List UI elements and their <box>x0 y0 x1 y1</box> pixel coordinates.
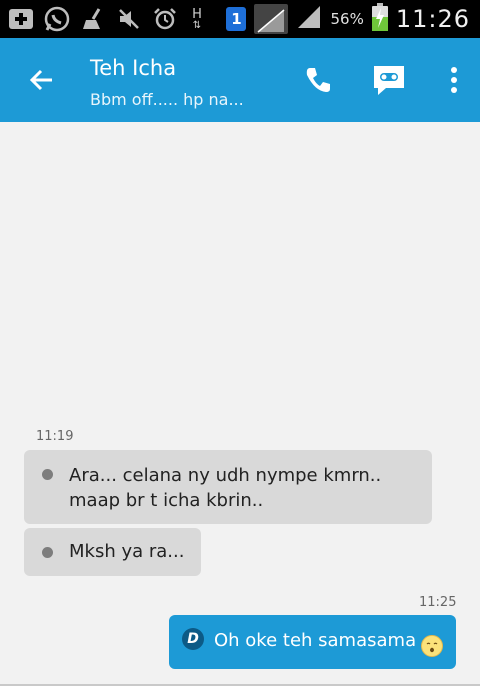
blush-emoji-icon <box>421 635 443 657</box>
mute-icon <box>116 6 142 32</box>
sim-icon: 1 <box>226 7 247 31</box>
outgoing-message[interactable]: D Oh oke teh samasama <box>169 615 456 669</box>
message-text-line: Ara... celana ny udh nympe kmrn.. <box>69 465 382 486</box>
incoming-message[interactable]: Ara... celana ny udh nympe kmrn.. maap b… <box>24 450 432 524</box>
alarm-icon <box>152 6 178 32</box>
battery-charging-icon <box>371 3 388 35</box>
chat-mask-icon <box>374 66 404 95</box>
signal-2-icon <box>296 4 322 34</box>
message-text: Oh oke teh samasama <box>214 630 417 651</box>
battery-percent: 56% <box>330 10 364 28</box>
contact-name[interactable]: Teh Icha <box>90 56 176 80</box>
phone-icon <box>306 68 330 92</box>
cleaner-icon <box>80 6 106 32</box>
more-options-button[interactable] <box>436 62 472 98</box>
arrow-left-icon <box>29 69 52 91</box>
call-button[interactable] <box>300 62 336 98</box>
status-bar: H ⇅ 1 56% 11:26 <box>0 0 480 38</box>
message-text: Mksh ya ra... <box>69 541 185 562</box>
read-indicator <box>42 547 53 558</box>
status-clock: 11:26 <box>395 5 470 33</box>
back-button[interactable] <box>22 60 62 100</box>
signal-icon <box>254 4 289 34</box>
incoming-message[interactable]: Mksh ya ra... <box>24 528 201 576</box>
data-arrows-icon: H ⇅ <box>192 6 202 31</box>
read-indicator <box>42 469 53 480</box>
message-text-line: maap br t icha kbrin.. <box>69 490 264 511</box>
message-timestamp: 11:25 <box>419 595 457 610</box>
add-notification-icon <box>8 6 34 32</box>
chat-header: Teh Icha Bbm off..... hp na... <box>0 38 480 122</box>
contact-status: Bbm off..... hp na... <box>90 90 244 109</box>
overflow-menu-icon <box>451 67 457 93</box>
delivered-badge: D <box>182 628 204 650</box>
bbm-video-button[interactable] <box>371 62 407 98</box>
message-timestamp: 11:19 <box>36 429 74 444</box>
network-type: H <box>192 6 202 22</box>
whatsapp-icon <box>44 6 70 32</box>
